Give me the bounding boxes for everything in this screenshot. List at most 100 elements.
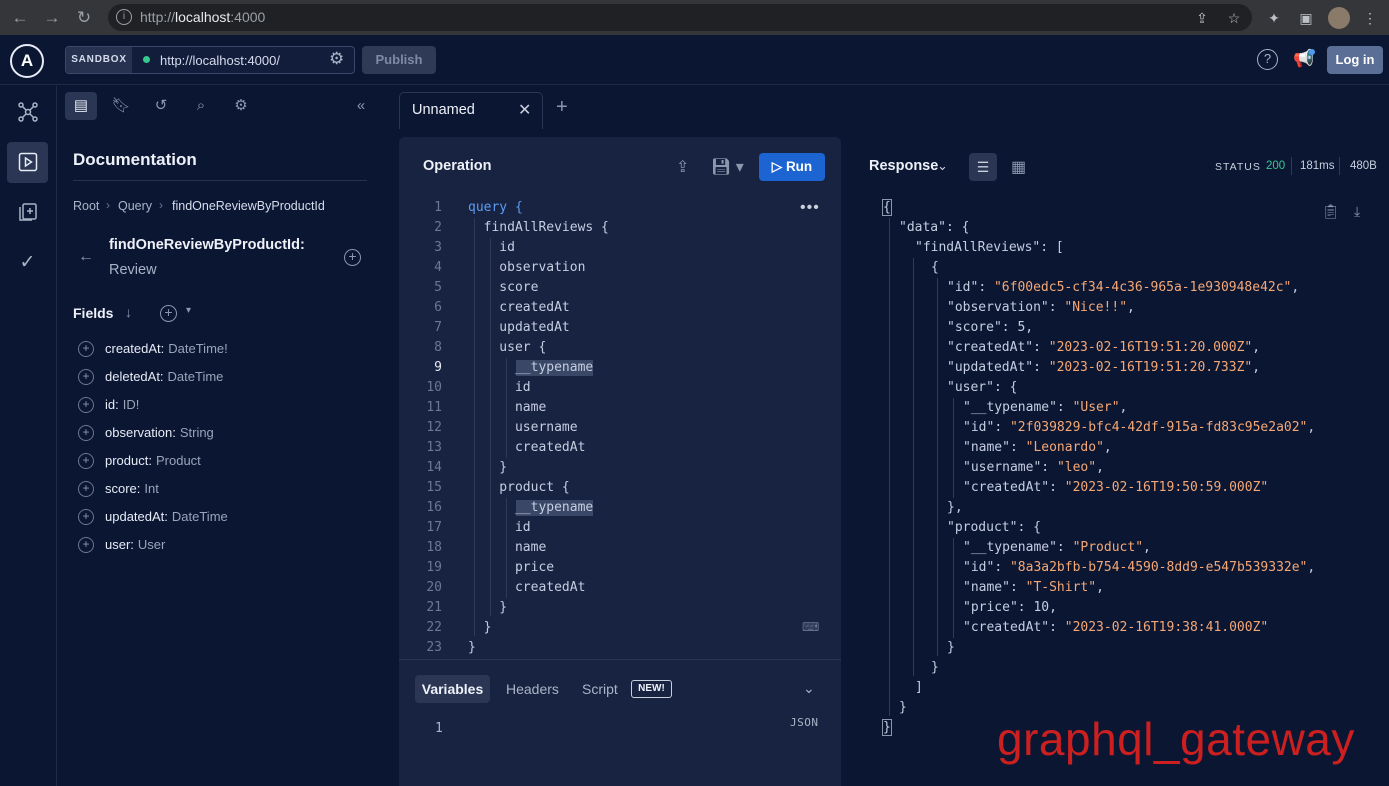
add-field-icon[interactable]: + bbox=[344, 249, 361, 266]
chevron-down-icon[interactable]: ⌄ bbox=[937, 158, 948, 174]
add-field-icon[interactable]: + bbox=[78, 480, 94, 497]
back-arrow-icon[interactable]: ← bbox=[8, 6, 32, 30]
response-title[interactable]: Response bbox=[869, 158, 938, 174]
keyboard-shortcuts-icon[interactable]: ⌨ bbox=[802, 620, 819, 634]
tab-variables[interactable]: Variables bbox=[415, 675, 490, 703]
gear-icon[interactable]: ⚙ bbox=[329, 49, 344, 69]
chevron-double-down-icon[interactable]: ⌄ bbox=[803, 680, 815, 697]
code-line[interactable]: 7 updatedAt bbox=[412, 318, 570, 338]
share-icon[interactable]: ⇪ bbox=[1192, 8, 1212, 28]
login-button[interactable]: Log in bbox=[1327, 46, 1383, 74]
schema-graph-icon[interactable] bbox=[7, 92, 48, 133]
json-line: { bbox=[931, 258, 939, 278]
doc-field-row[interactable]: + deletedAt: DateTime bbox=[78, 368, 223, 388]
add-all-fields-icon[interactable]: + bbox=[160, 305, 177, 322]
code-line[interactable]: 21 } bbox=[412, 598, 507, 618]
code-line[interactable]: 4 observation bbox=[412, 258, 585, 278]
json-view-icon[interactable]: ☰ bbox=[969, 153, 997, 181]
breadcrumb-root[interactable]: Root bbox=[73, 199, 99, 213]
collections-icon[interactable] bbox=[7, 192, 48, 233]
code-line[interactable]: 3 id bbox=[412, 238, 515, 258]
code-line[interactable]: 15 product { bbox=[412, 478, 569, 498]
copy-icon[interactable]: 📋︎ bbox=[1322, 203, 1340, 220]
code-line[interactable]: 8 user { bbox=[412, 338, 546, 358]
publish-button[interactable]: Publish bbox=[362, 46, 436, 74]
bookmark-star-icon[interactable]: ☆ bbox=[1224, 8, 1244, 28]
share-icon[interactable]: ⇪ bbox=[676, 157, 689, 177]
line-number: 15 bbox=[426, 480, 442, 495]
profile-avatar[interactable] bbox=[1328, 7, 1350, 29]
field-return-type[interactable]: Review bbox=[109, 262, 157, 278]
forward-arrow-icon[interactable]: → bbox=[40, 6, 64, 30]
tab-label[interactable]: Unnamed bbox=[412, 102, 475, 118]
back-arrow-icon[interactable]: ← bbox=[78, 248, 94, 266]
code-line[interactable]: 19 price bbox=[412, 558, 554, 578]
code-line[interactable]: 22 } bbox=[412, 618, 491, 638]
code-line[interactable]: 14 } bbox=[412, 458, 507, 478]
code-line[interactable]: 1 query { bbox=[412, 198, 523, 218]
code-line[interactable]: 2 findAllReviews { bbox=[412, 218, 609, 238]
side-panel-icon[interactable]: ▣ bbox=[1296, 8, 1316, 28]
add-field-icon[interactable]: + bbox=[78, 452, 94, 469]
tab-script[interactable]: Script bbox=[582, 681, 618, 697]
add-field-icon[interactable]: + bbox=[78, 508, 94, 525]
more-options-icon[interactable]: ••• bbox=[800, 199, 820, 217]
doc-field-row[interactable]: + updatedAt: DateTime bbox=[78, 508, 228, 528]
browser-menu-icon[interactable]: ⋮ bbox=[1360, 8, 1380, 28]
code-line[interactable]: 10 id bbox=[412, 378, 530, 398]
tab-headers[interactable]: Headers bbox=[506, 681, 559, 697]
apollo-logo[interactable]: A bbox=[10, 44, 44, 78]
sort-arrow-icon[interactable]: ↓ bbox=[125, 304, 132, 320]
code-line[interactable]: 23} bbox=[412, 638, 475, 658]
document-icon[interactable]: ▤ bbox=[71, 96, 91, 116]
doc-field-row[interactable]: + observation: String bbox=[78, 424, 214, 444]
line-number: 21 bbox=[426, 600, 442, 615]
code-line[interactable]: 12 username bbox=[412, 418, 577, 438]
chevron-down-icon[interactable]: ▾ bbox=[186, 305, 191, 316]
help-icon[interactable]: ? bbox=[1257, 49, 1278, 70]
checks-checkmark-icon[interactable]: ✓ bbox=[7, 242, 48, 283]
doc-field-row[interactable]: + score: Int bbox=[78, 480, 159, 500]
code-line[interactable]: 11 name bbox=[412, 398, 546, 418]
code-text: __typename bbox=[468, 498, 594, 518]
doc-field-row[interactable]: + product: Product bbox=[78, 452, 201, 472]
add-field-icon[interactable]: + bbox=[78, 368, 94, 385]
line-number: 16 bbox=[426, 500, 442, 515]
address-bar[interactable] bbox=[108, 4, 1252, 31]
explorer-play-icon[interactable] bbox=[7, 142, 48, 183]
doc-field-row[interactable]: + id: ID! bbox=[78, 396, 139, 416]
search-icon[interactable]: ⌕ bbox=[191, 96, 211, 116]
download-icon[interactable]: ⤓ bbox=[1354, 203, 1360, 220]
close-icon[interactable]: ✕ bbox=[518, 100, 531, 120]
breadcrumb-query[interactable]: Query bbox=[118, 199, 152, 213]
code-line[interactable]: 6 createdAt bbox=[412, 298, 570, 318]
code-line[interactable]: 17 id bbox=[412, 518, 530, 538]
collapse-left-icon[interactable]: « bbox=[351, 96, 371, 116]
doc-field-row[interactable]: + user: User bbox=[78, 536, 165, 556]
bookmark-icon[interactable]: 🔖︎ bbox=[111, 96, 131, 116]
save-icon[interactable]: 💾︎ ▾ bbox=[711, 157, 744, 177]
history-icon[interactable]: ↺ bbox=[151, 96, 171, 116]
code-line[interactable]: 5 score bbox=[412, 278, 538, 298]
code-line[interactable]: 18 name bbox=[412, 538, 546, 558]
code-line[interactable]: 9 __typename bbox=[412, 358, 594, 378]
code-line[interactable]: 13 createdAt bbox=[412, 438, 585, 458]
add-field-icon[interactable]: + bbox=[78, 536, 94, 553]
extensions-icon[interactable]: ✦ bbox=[1264, 8, 1284, 28]
address-url[interactable]: http://localhost:4000 bbox=[140, 9, 265, 25]
code-text: } bbox=[468, 620, 492, 635]
doc-field-row[interactable]: + createdAt: DateTime! bbox=[78, 340, 228, 360]
reload-icon[interactable]: ↻ bbox=[72, 6, 96, 30]
code-line[interactable]: 20 createdAt bbox=[412, 578, 585, 598]
add-field-icon[interactable]: + bbox=[78, 340, 94, 357]
site-info-icon[interactable]: i bbox=[116, 9, 132, 25]
table-view-icon[interactable]: ▦ bbox=[1011, 157, 1026, 177]
code-text: observation bbox=[468, 260, 586, 275]
add-field-icon[interactable]: + bbox=[78, 424, 94, 441]
run-button[interactable]: ▷ Run bbox=[759, 153, 825, 181]
endpoint-url[interactable]: http://localhost:4000/ bbox=[160, 53, 280, 68]
add-tab-icon[interactable]: + bbox=[556, 96, 568, 119]
code-line[interactable]: 16 __typename bbox=[412, 498, 594, 518]
add-field-icon[interactable]: + bbox=[78, 396, 94, 413]
settings-gear-icon[interactable]: ⚙ bbox=[231, 96, 251, 116]
